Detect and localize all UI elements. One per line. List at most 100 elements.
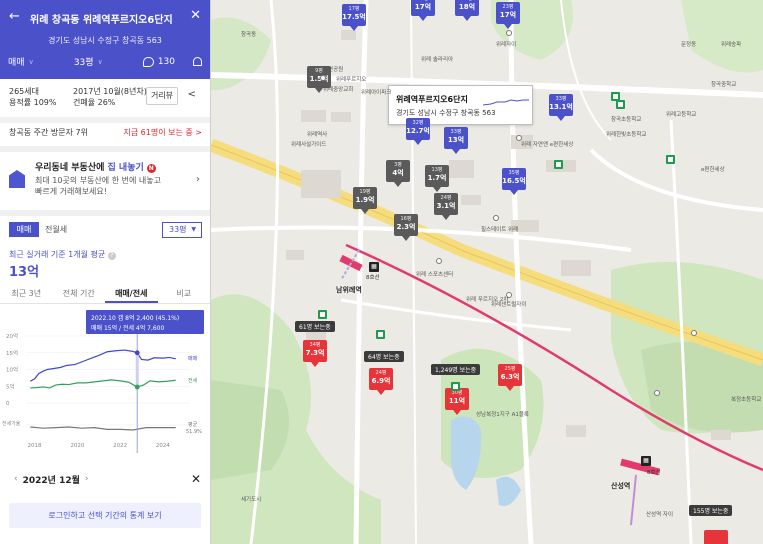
station-name[interactable]: 남위례역 [336, 285, 362, 295]
chevron-right-icon[interactable]: › [85, 474, 89, 484]
viewer-count-label[interactable]: 64명 보는중 [364, 351, 404, 362]
size-select[interactable]: 33평 ∨ [74, 55, 103, 69]
price-marker[interactable]: 13평 1.7억 [425, 165, 449, 192]
price-chart[interactable]: 20억 15억 10억 5억 0 전세가율 2018 2020 2022 2024 2022.10 … [0, 308, 211, 460]
tab-recent-3y[interactable]: 최근 3년 [0, 286, 53, 303]
help-icon[interactable]: ? [107, 252, 116, 260]
share-icon[interactable]: < [188, 89, 196, 100]
series-line-0 [29, 349, 176, 382]
price-marker[interactable]: 24평 6.9억 [369, 368, 393, 395]
new-badge: N [146, 164, 156, 173]
price-marker[interactable]: 25평 6.3억 [498, 364, 522, 391]
subway-station-icon[interactable]: ▦ [369, 262, 379, 272]
place-label[interactable]: 창곡중학교 [711, 80, 736, 88]
street-view-button[interactable]: 거리뷰 [146, 87, 178, 105]
place-label[interactable]: 위례 스포츠센터 [416, 270, 453, 278]
place-icon[interactable] [320, 75, 326, 81]
caret-down-icon: ▼ [191, 226, 196, 233]
map-canvas[interactable] [211, 0, 763, 544]
subway-station-icon[interactable]: ▦ [641, 456, 651, 466]
place-label[interactable]: 위례아이파크 [361, 88, 391, 96]
viewer-count-label[interactable]: 61명 보는중 [295, 321, 335, 332]
place-label[interactable]: 위례중앙교회 [323, 85, 353, 93]
tab-sale[interactable]: 매매 [9, 222, 39, 237]
tab-all-period[interactable]: 전체 기간 [53, 286, 106, 303]
close-icon[interactable]: ✕ [190, 8, 201, 23]
school-icon[interactable] [451, 382, 460, 391]
price-marker[interactable]: 32평 12.7억 [406, 118, 430, 145]
price-marker[interactable]: 30평 11억 [445, 388, 469, 415]
price-marker[interactable]: 17평 17.5억 [342, 4, 366, 31]
place-label[interactable]: 위례송파 [721, 40, 741, 48]
comments-button[interactable]: 130 [142, 56, 175, 67]
place-label[interactable]: 위례고등학교 [666, 110, 696, 118]
price-marker[interactable]: 23평 17억 [496, 2, 520, 29]
school-icon[interactable] [318, 310, 327, 319]
place-label[interactable]: 문정동 [681, 40, 696, 48]
chevron-left-icon[interactable]: ‹ [14, 474, 18, 484]
place-icon[interactable] [654, 390, 660, 396]
viewer-count-label[interactable]: 155명 보는중 [689, 505, 733, 516]
back-arrow-icon[interactable]: ← [9, 9, 20, 24]
place-label[interactable]: e편한세상 [701, 165, 725, 173]
place-label[interactable]: 복정초등학교 [731, 395, 761, 403]
map-view[interactable]: 위례역푸르지오6단지 경기도 성남시 수정구 창곡동 563 17평17.5억 2… [211, 0, 763, 544]
tab-sale-rent[interactable]: 매매/전세 [105, 286, 158, 303]
place-label[interactable]: 위례한빛초등학교 [606, 130, 646, 138]
built-year: 2017년 10월(8년차) [73, 87, 147, 96]
price-marker[interactable]: 33평 13억 [444, 127, 468, 154]
divider [0, 210, 210, 216]
school-icon[interactable] [666, 155, 675, 164]
place-icon[interactable] [436, 258, 442, 264]
place-label[interactable]: 위례 솔라리아 [421, 55, 453, 63]
marker-size: 33평 [450, 129, 462, 135]
place-icon[interactable] [691, 330, 697, 336]
close-icon[interactable]: ✕ [191, 472, 201, 486]
tooltip-line-1: 2022.10 갭 8억 2,400 (45.1%) [91, 314, 179, 322]
place-label[interactable]: 성남복정1지구 A1블록 [476, 410, 529, 418]
tab-compare[interactable]: 비교 [158, 286, 211, 303]
trade-type-select[interactable]: 매매 ∨ [8, 55, 34, 69]
price-marker[interactable]: 29평18억 [455, 0, 479, 21]
price-marker[interactable]: 16평 2.3억 [394, 214, 418, 241]
marker-price: 7.3억 [305, 349, 325, 357]
bell-icon[interactable] [193, 57, 203, 66]
price-marker[interactable]: 24평17억 [411, 0, 435, 21]
place-label[interactable]: 위례푸르지오 [336, 75, 366, 83]
price-marker[interactable]: 24평 3.1억 [434, 193, 458, 220]
station-name[interactable]: 산성역 [611, 481, 630, 491]
login-stats-button[interactable]: 로그인하고 선택 기간의 통계 보기 [9, 503, 201, 528]
school-icon[interactable] [554, 160, 563, 169]
marker-price: 6.9억 [371, 377, 391, 385]
place-label[interactable]: 위례 자연앤 e편한세상 [521, 140, 573, 148]
viewer-count-label[interactable]: 1,249명 보는중 [431, 364, 481, 375]
price-marker-body: 33평 13억 [444, 127, 468, 154]
place-label[interactable]: 수변공원 [323, 65, 343, 73]
place-label[interactable]: 위례사설가이드 [291, 140, 326, 148]
place-icon[interactable] [493, 215, 499, 221]
school-icon[interactable] [616, 100, 625, 109]
list-property-banner[interactable]: 우리동네 부동산에 집 내놓기 N 최대 10곳의 부동산에 한 번에 내놓고 빠… [9, 160, 202, 204]
price-marker[interactable]: 34평 7.3억 [303, 340, 327, 367]
price-marker[interactable]: 19평 1.9억 [353, 187, 377, 214]
marker-size: 24평 [375, 370, 387, 376]
place-label[interactable]: 창곡초등학교 [611, 115, 641, 123]
price-marker[interactable]: 3평 4억 [386, 160, 410, 187]
school-icon[interactable] [376, 330, 385, 339]
place-label[interactable]: 위례자이 [496, 40, 516, 48]
place-label[interactable]: 위례 푸르지오 2차 [466, 295, 508, 303]
place-label[interactable]: 힐스테이트 위례 [481, 225, 518, 233]
place-label[interactable]: 세기도시 [241, 495, 261, 503]
price-marker[interactable] [704, 530, 728, 544]
place-label[interactable]: 위례역사 [307, 130, 327, 138]
price-marker[interactable]: 33평 13.1억 [549, 94, 573, 121]
price-marker[interactable]: 35평 16.5억 [502, 168, 526, 195]
place-label[interactable]: 산성역 자이 [646, 510, 673, 518]
marker-price: 16.5억 [502, 177, 526, 185]
viewers-now-link[interactable]: 지금 61명이 보는 중 > [123, 127, 202, 138]
size-dropdown[interactable]: 33평 ▼ [162, 222, 202, 238]
place-label[interactable]: 창곡동 [241, 30, 256, 38]
tab-rent[interactable]: 전월세 [45, 222, 67, 237]
marker-price: 4억 [392, 169, 404, 177]
place-icon[interactable] [506, 30, 512, 36]
